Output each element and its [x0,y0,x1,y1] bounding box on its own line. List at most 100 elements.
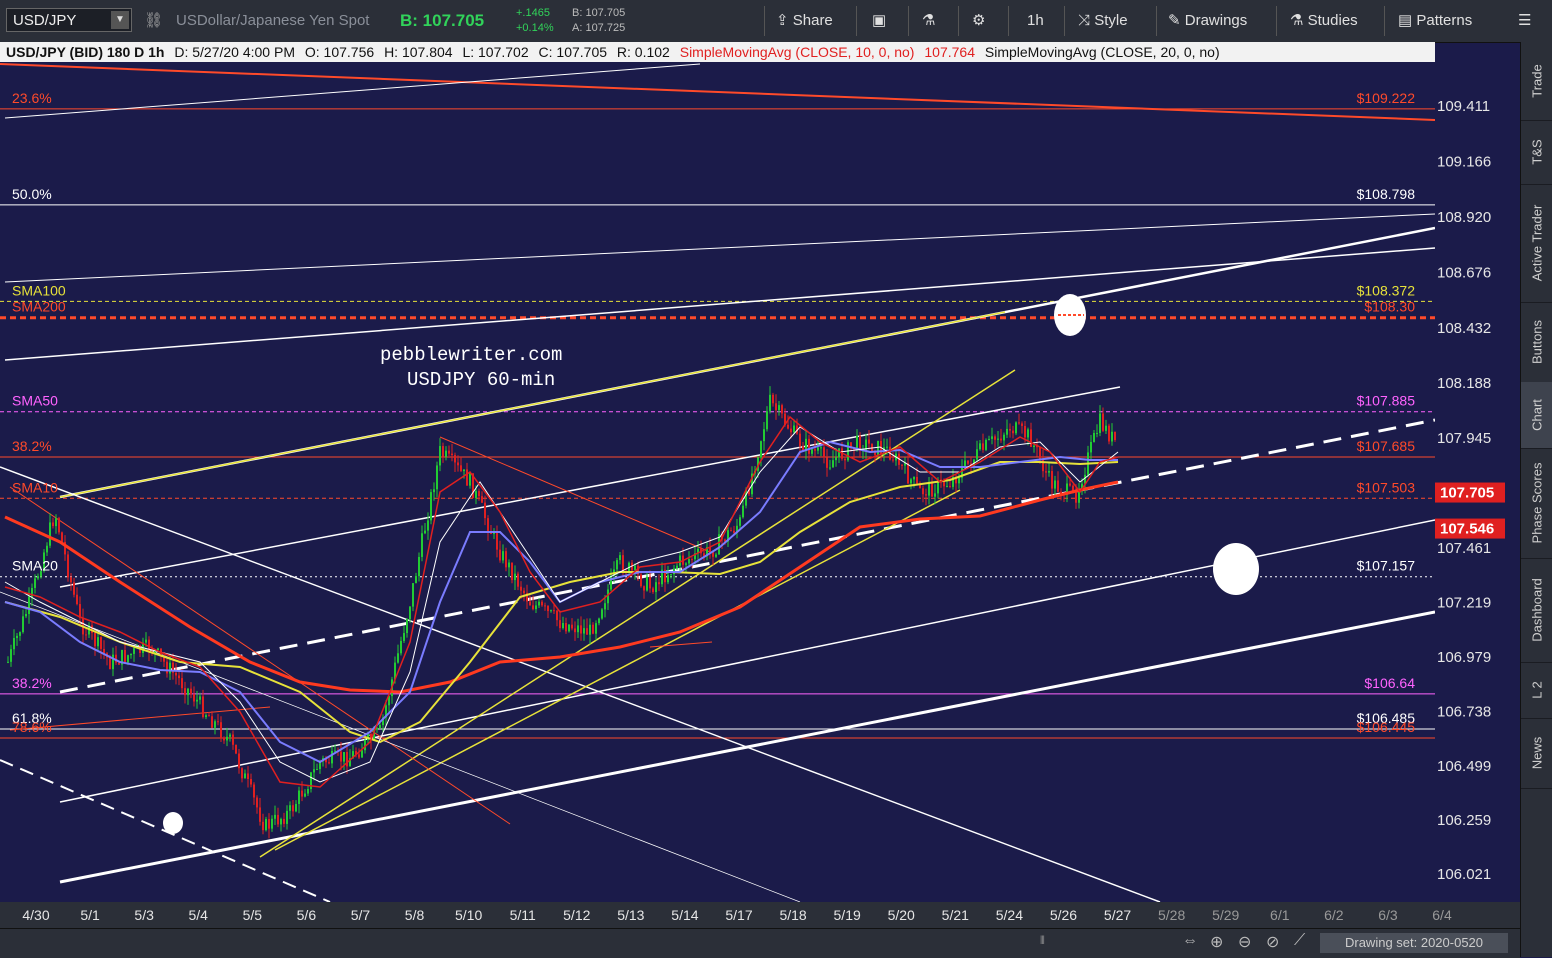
chart-title: USD/JPY (BID) 180 D 1h [6,44,165,60]
patterns-icon: ▤ [1398,12,1413,29]
expand-icon[interactable]: ⇔ [1182,932,1198,950]
chevron-down-icon[interactable]: ▼ [111,11,129,29]
reset-zoom-icon[interactable]: ⊘ [1266,932,1279,952]
level-label: 50.0% [12,186,52,202]
date-tick: 5/21 [942,907,969,923]
sidebar-tab-buttons[interactable]: Buttons [1521,302,1552,383]
date-tick: 6/4 [1432,907,1452,923]
sidebar-tab-label: Phase Scores [1529,462,1545,544]
sidebar-tab-news[interactable]: News [1521,718,1552,789]
date-tick: 5/8 [405,907,425,923]
drawing-set-selector[interactable]: Drawing set: 2020-0520 [1320,933,1508,953]
level-value: $108.798 [1357,186,1416,202]
level-value: $107.503 [1357,479,1416,495]
sma10-label[interactable]: SimpleMovingAvg (CLOSE, 10, 0, no) [680,44,915,60]
sidebar-tab-active-trader[interactable]: Active Trader [1521,184,1552,303]
study-info-bar: USD/JPY (BID) 180 D 1h D: 5/27/20 4:00 P… [0,42,1435,62]
divider [1156,6,1157,36]
divider [958,6,959,36]
timeframe-button[interactable]: 1h [1027,0,1044,42]
level-value: $107.885 [1357,393,1416,409]
sidebar-tab-phase-scores[interactable]: Phase Scores [1521,448,1552,559]
date-tick: 4/30 [22,907,49,923]
level-label: SMA50 [12,393,58,409]
date-tick: 5/18 [779,907,806,923]
ruler-icon[interactable]: ⟋ [1294,932,1305,950]
divider [1384,6,1385,36]
price-tick: 107.219 [1437,595,1491,612]
watermark-line-1: pebblewriter.com [380,344,562,366]
sidebar-tab-dashboard[interactable]: Dashboard [1521,558,1552,663]
change-abs: +.1465 [516,7,550,19]
divider [856,6,857,36]
date-tick: 5/1 [80,907,100,923]
style-icon: ⤨ [1078,12,1091,29]
level-value: $107.685 [1357,438,1416,454]
scroll-handle[interactable]: ⦀ [1040,935,1048,949]
flask-icon[interactable]: ⚗ [922,0,935,42]
date-axis[interactable]: 4/30 5/1 5/3 5/4 5/5 5/6 5/7 5/8 5/10 5/11 5/12 5/1… [0,902,1520,928]
bid-small: B: 107.705 [572,7,626,19]
info-range: R: 0.102 [616,44,670,60]
gear-icon[interactable]: ⚙ [972,0,985,42]
date-tick: 5/5 [243,907,263,923]
divider [1276,6,1277,36]
snapshot-icon[interactable]: ▣ [872,0,886,42]
sidebar-tab-trade[interactable]: Trade [1521,42,1552,121]
level-value: $108.372 [1357,282,1416,298]
sma10-price-text: 107.546 [1440,521,1494,538]
sidebar-tab-label: L 2 [1529,681,1545,699]
patterns-button[interactable]: ▤ Patterns [1398,0,1472,42]
menu-icon[interactable]: ☰ [1518,0,1531,42]
level-label: SMA10 [12,479,58,495]
symbol-selector[interactable]: USD/JPY ▼ [6,8,132,32]
ask-small: A: 107.725 [572,22,626,34]
price-chart[interactable]: 23.6% $109.222 50.0% $108.798 SMA100 $108.372… [0,42,1435,902]
share-button[interactable]: ⇪ Share [776,0,833,42]
sidebar-tab-l-2[interactable]: L 2 [1521,662,1552,719]
price-tick: 106.979 [1437,649,1491,666]
link-icon[interactable]: ⛓ [144,0,163,42]
sidebar-tab-label: Active Trader [1529,204,1545,282]
date-tick: 5/12 [563,907,590,923]
price-axis[interactable]: 109.411 109.166 108.920 108.676 108.432 108.1… [1435,62,1520,902]
date-tick: 5/3 [134,907,154,923]
price-tick: 106.259 [1437,812,1491,829]
date-tick: 5/20 [888,907,915,923]
date-tick: 5/26 [1050,907,1077,923]
date-tick: 5/6 [297,907,317,923]
bid-price: B: 107.705 [400,11,485,30]
flask-icon: ⚗ [1290,12,1304,29]
sma20-label[interactable]: SimpleMovingAvg (CLOSE, 20, 0, no) [985,44,1220,60]
price-tick: 108.432 [1437,320,1491,337]
change-pct: +0.14% [516,22,554,34]
sidebar-tab-t-s[interactable]: T&S [1521,120,1552,185]
zoom-out-icon[interactable]: ⊖ [1238,932,1251,952]
level-value: $107.157 [1357,558,1416,574]
main-toolbar: USD/JPY ▼ ⛓ USDollar/Japanese Yen Spot B… [0,0,1552,43]
sidebar-tab-chart[interactable]: Chart [1521,382,1552,449]
date-tick: 5/10 [455,907,482,923]
sidebar-tab-label: T&S [1529,139,1545,165]
right-sidebar: Trade T&S Active Trader Buttons Chart Phase S… [1520,42,1552,957]
style-button[interactable]: ⤨ Style [1078,0,1128,42]
divider [1008,6,1009,36]
level-label: SMA20 [12,558,58,574]
level-value: $106.64 [1364,675,1415,691]
symbol-text: USD/JPY [13,12,77,29]
price-tick: 108.676 [1437,265,1491,282]
date-tick: 6/1 [1270,907,1290,923]
info-low: L: 107.702 [462,44,529,60]
last-price-text: 107.705 [1440,485,1494,502]
price-tick: 108.188 [1437,375,1491,392]
price-tick: 106.499 [1437,758,1491,775]
zoom-in-icon[interactable]: ⊕ [1210,932,1223,952]
date-tick: 5/13 [617,907,644,923]
date-tick: 6/3 [1378,907,1398,923]
studies-button[interactable]: ⚗ Studies [1290,0,1358,42]
price-tick: 107.945 [1437,430,1491,447]
level-value: $106.445 [1357,719,1416,735]
drawings-button[interactable]: ✎ Drawings [1168,0,1247,42]
date-tick: 5/17 [725,907,752,923]
level-value: $108.30 [1364,299,1415,315]
